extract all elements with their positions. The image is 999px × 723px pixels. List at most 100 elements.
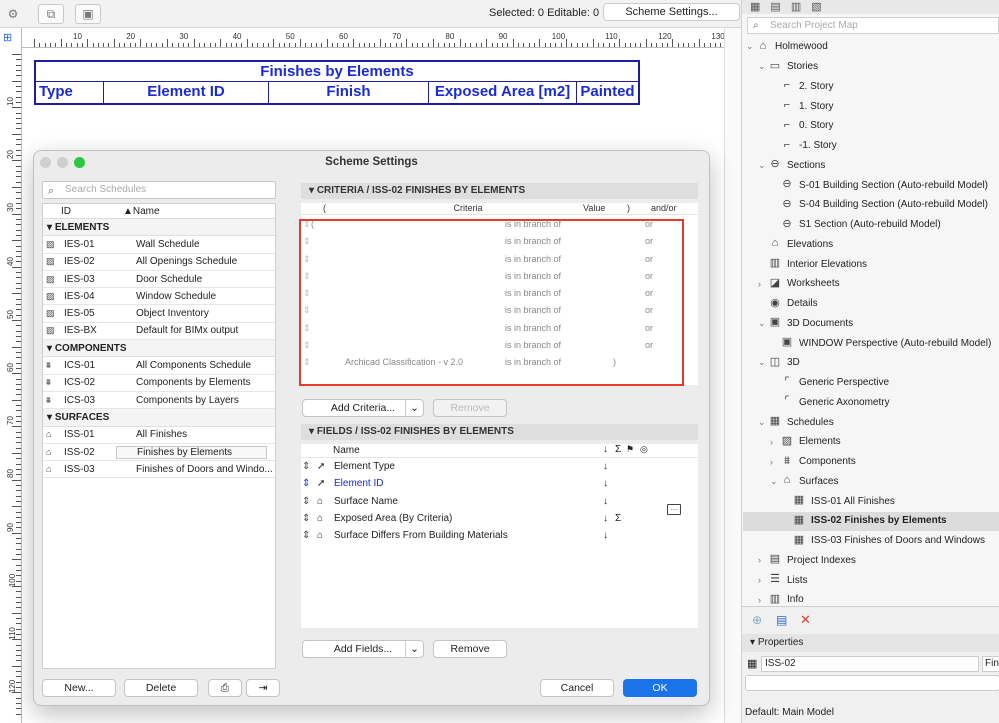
field-row[interactable]: ⇕ ➚ Element Type ↓	[301, 458, 698, 475]
schedule-list-item[interactable]: ⌂ ISS-02 Finishes by Elements	[43, 444, 275, 462]
tree-node[interactable]: ▦ ISS-01 All Finishes	[782, 491, 895, 511]
chevron-icon[interactable]: ›	[758, 575, 768, 585]
group-header[interactable]: ▾ SURFACES	[43, 409, 275, 427]
field-sort-arrow[interactable]: ↓	[603, 530, 608, 541]
list-header-name[interactable]: ▲Name	[123, 204, 160, 218]
tree-node[interactable]: › ◪ Worksheets	[758, 274, 840, 294]
scheme-settings-button[interactable]: Scheme Settings...	[603, 3, 740, 21]
tree-node[interactable]: ⌄ ▣ 3D Documents	[758, 314, 853, 334]
drag-handle-icon[interactable]: ⇕	[302, 461, 310, 472]
chevron-icon[interactable]: ›	[758, 555, 768, 565]
chevron-icon[interactable]: ⌄	[746, 41, 756, 52]
tree-node[interactable]: ⌄ ⌂ Surfaces	[770, 472, 838, 492]
tree-node[interactable]: ⌐ -1. Story	[770, 136, 837, 156]
field-row[interactable]: ⇕ ➚ Element ID ↓	[301, 475, 698, 492]
chevron-icon[interactable]: ⌄	[758, 357, 768, 368]
tree-node[interactable]: ▦ ISS-02 Finishes by Elements	[782, 511, 947, 531]
drag-handle-icon[interactable]: ⇕	[302, 530, 310, 541]
tree-node[interactable]: ⌄ ◫ 3D	[758, 353, 800, 373]
group-header[interactable]: ▾ ELEMENTS	[43, 219, 275, 237]
tree-node[interactable]: ⌄ ▦ Schedules	[758, 412, 834, 432]
properties-dropdown[interactable]	[745, 675, 999, 691]
schedule-list-item[interactable]: ⩩ ICS-02 Components by Elements	[43, 375, 275, 392]
properties-name-field[interactable]: Fin	[982, 656, 999, 672]
field-row[interactable]: ⇕ ⌂ Surface Differs From Building Material…	[301, 527, 698, 544]
close-window-button[interactable]	[40, 157, 51, 168]
remove-criteria-button[interactable]: Remove	[433, 399, 507, 417]
field-sort-arrow[interactable]: ↓	[603, 496, 608, 507]
tree-node[interactable]: › ☰ Lists	[758, 570, 808, 590]
chevron-icon[interactable]: ⌄	[758, 61, 768, 72]
tree-node[interactable]: ◉ Details	[758, 294, 817, 314]
delete-icon[interactable]: ✕	[800, 612, 811, 628]
field-sort-arrow[interactable]: ↓	[603, 513, 608, 524]
chevron-icon[interactable]: ⌄	[770, 476, 780, 487]
field-row[interactable]: ⇕ ⌂ Surface Name ↓	[301, 493, 698, 510]
tree-node[interactable]: ⌜ Generic Perspective	[770, 373, 889, 393]
schedule-list-item[interactable]: ▨ IES-01 Wall Schedule	[43, 236, 275, 254]
search-schedules-input[interactable]: ⌕ Search Schedules	[42, 181, 276, 199]
field-sort-arrow[interactable]: ↓	[603, 478, 608, 489]
new-view-icon[interactable]: ⊕	[752, 613, 762, 627]
tree-node[interactable]: ⌐ 0. Story	[770, 116, 834, 136]
schedule-list-item[interactable]: ▨ IES-02 All Openings Schedule	[43, 254, 275, 271]
chevron-icon[interactable]: ›	[758, 595, 768, 605]
schedule-list-item[interactable]: ▨ IES-03 Door Schedule	[43, 271, 275, 289]
tree-node[interactable]: ⌄ ▭ Stories	[758, 57, 818, 77]
tree-node[interactable]: ⌂ Elevations	[758, 235, 833, 255]
chevron-icon[interactable]: ⌄	[758, 318, 768, 329]
view-map-tab-icon[interactable]: ▤	[770, 0, 780, 14]
tree-node[interactable]: ⌄ ⊖ Sections	[758, 156, 825, 176]
delete-schedule-button[interactable]: Delete	[124, 679, 198, 697]
remove-field-button[interactable]: Remove	[433, 640, 507, 658]
chevron-icon[interactable]: ⌄	[758, 160, 768, 171]
drag-handle-icon[interactable]: ⇕	[302, 478, 310, 489]
search-project-map-input[interactable]: ⌕ Search Project Map	[747, 17, 999, 34]
new-schedule-button[interactable]: New...	[42, 679, 116, 697]
criteria-settings-icon[interactable]: …	[667, 504, 681, 515]
tree-node[interactable]: ⊖ S-01 Building Section (Auto-rebuild Mod…	[770, 175, 988, 195]
layout-book-icon[interactable]: ▣	[75, 4, 101, 24]
chevron-icon[interactable]: ›	[770, 437, 780, 447]
schedule-list-item[interactable]: ▨ IES-04 Window Schedule	[43, 288, 275, 306]
layout-book-tab-icon[interactable]: ▥	[791, 0, 801, 14]
ruler-origin-icon[interactable]: ⊞	[3, 31, 19, 45]
tree-node[interactable]: ⌜ Generic Axonometry	[770, 393, 889, 413]
tree-node[interactable]: ⊖ S-04 Building Section (Auto-rebuild Mod…	[770, 195, 988, 215]
import-schedule-icon[interactable]: ⎙	[208, 679, 242, 697]
schedule-list-item[interactable]: ⩩ ICS-01 All Components Schedule	[43, 357, 275, 375]
schedule-list-item[interactable]: ▨ IES-05 Object Inventory	[43, 305, 275, 323]
add-criteria-button[interactable]: Add Criteria... ⌄	[302, 399, 424, 417]
tree-node[interactable]: ⌄ ⌂ Holmewood	[746, 37, 828, 57]
minimize-window-button[interactable]	[57, 157, 68, 168]
schedule-list-item[interactable]: ⌂ ISS-01 All Finishes	[43, 427, 275, 444]
tree-node[interactable]: › ⩩ Components	[770, 452, 856, 472]
drag-handle-icon[interactable]: ⇕	[302, 496, 310, 507]
criteria-section-header[interactable]: ▾ CRITERIA / ISS-02 FINISHES BY ELEMENTS	[301, 183, 698, 199]
project-map-tab-icon[interactable]: ▦	[750, 0, 760, 14]
properties-id-field[interactable]: ISS-02	[761, 656, 979, 672]
tree-node[interactable]: › ▨ Elements	[770, 432, 841, 452]
tree-node[interactable]: ▣ WINDOW Perspective (Auto-rebuild Model)	[770, 333, 991, 353]
export-schedule-icon[interactable]: ⇥	[246, 679, 280, 697]
publisher-tab-icon[interactable]: ▧	[811, 0, 821, 14]
drag-handle-icon[interactable]: ⇕	[302, 513, 310, 524]
list-header-id[interactable]: ID	[43, 204, 123, 218]
field-sum[interactable]: Σ	[615, 513, 621, 524]
tree-node[interactable]: ⌐ 2. Story	[770, 77, 834, 97]
tree-node[interactable]: ▥ Interior Elevations	[758, 254, 867, 274]
add-fields-button[interactable]: Add Fields... ⌄	[302, 640, 424, 658]
chevron-icon[interactable]: ⌄	[758, 417, 768, 428]
canvas-scrollbar[interactable]	[724, 28, 741, 723]
settings-icon[interactable]: ▤	[776, 613, 787, 627]
schedule-list-item[interactable]: ⩩ ICS-03 Components by Layers	[43, 392, 275, 410]
schedule-list-item[interactable]: ▨ IES-BX Default for BIMx output	[43, 323, 275, 341]
ok-button[interactable]: OK	[623, 679, 697, 697]
layout-view-icon[interactable]: ⧉	[38, 4, 64, 24]
tree-node[interactable]: ⌐ 1. Story	[770, 96, 834, 116]
cancel-button[interactable]: Cancel	[540, 679, 614, 697]
chevron-icon[interactable]: ›	[758, 279, 768, 289]
settings-gear-icon[interactable]: ⚙	[2, 4, 24, 24]
properties-header[interactable]: ▾ Properties	[742, 634, 999, 652]
tree-node[interactable]: ⊖ S1 Section (Auto-rebuild Model)	[770, 215, 940, 235]
